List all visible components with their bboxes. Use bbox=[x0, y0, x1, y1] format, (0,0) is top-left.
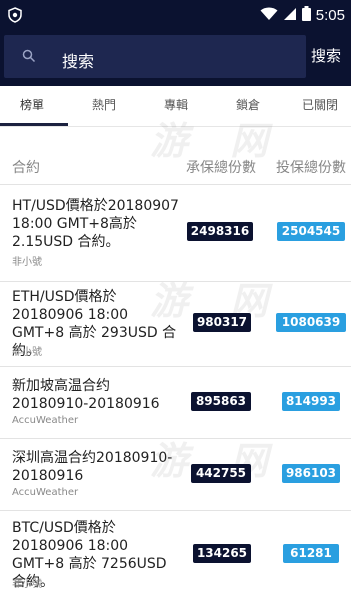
tab-albums[interactable]: 專輯 bbox=[164, 96, 188, 113]
column-bet: 投保總份數 bbox=[276, 160, 346, 176]
contract-source: 非小號 bbox=[12, 257, 42, 268]
tab-popular[interactable]: 熱門 bbox=[92, 96, 116, 113]
search-header: 搜索 搜索 bbox=[0, 30, 351, 86]
contract-row[interactable]: 新加坡高温合约 20180910-20180916 AccuWeather 89… bbox=[0, 366, 351, 438]
contract-source: 非小號 bbox=[12, 579, 42, 590]
wifi-icon bbox=[260, 6, 278, 25]
column-header: 合約 承保總份數 投保總份數 bbox=[0, 143, 351, 183]
bet-count-badge: 1080639 bbox=[276, 313, 346, 332]
status-time: 5:05 bbox=[315, 7, 345, 24]
bet-count-badge: 2504545 bbox=[277, 222, 345, 241]
column-contract: 合約 bbox=[12, 160, 40, 176]
underwrite-count-badge: 2498316 bbox=[187, 222, 253, 241]
bet-count-badge: 814993 bbox=[282, 392, 340, 411]
search-input[interactable]: 搜索 bbox=[62, 48, 94, 72]
column-underwrite: 承保總份數 bbox=[186, 160, 256, 176]
status-bar: 5:05 bbox=[0, 0, 351, 30]
shield-icon bbox=[8, 7, 22, 23]
search-bar[interactable]: 搜索 bbox=[4, 35, 306, 78]
tab-locked[interactable]: 鎖倉 bbox=[236, 96, 260, 113]
tab-closed[interactable]: 已關閉 bbox=[302, 96, 338, 113]
bet-count-badge: 61281 bbox=[283, 544, 339, 563]
contract-title: 深圳高温合约20180910- 20180916 bbox=[12, 450, 173, 484]
contract-row[interactable]: HT/USD價格於20180907 18:00 GMT+8高於 2.15USD … bbox=[0, 184, 351, 281]
underwrite-count-badge: 980317 bbox=[193, 313, 251, 332]
contract-row[interactable]: BTC/USD價格於 20180906 18:00 GMT+8 高於 7256U… bbox=[0, 510, 351, 590]
contract-source: AccuWeather bbox=[12, 415, 79, 426]
bet-count-badge: 986103 bbox=[282, 464, 340, 483]
tab-leaderboard[interactable]: 榜單 bbox=[20, 96, 44, 113]
active-tab-indicator bbox=[0, 123, 68, 126]
tab-bar: 榜單 熱門 專輯 鎖倉 已關閉 bbox=[0, 86, 351, 127]
contract-row[interactable]: 深圳高温合约20180910- 20180916 AccuWeather 442… bbox=[0, 438, 351, 510]
search-button[interactable]: 搜索 bbox=[311, 45, 341, 66]
underwrite-count-badge: 134265 bbox=[193, 544, 251, 563]
contract-source: AccuWeather bbox=[12, 487, 79, 498]
contract-row[interactable]: ETH/USD價格於 20180906 18:00 GMT+8 高於 293US… bbox=[0, 281, 351, 366]
signal-icon bbox=[283, 6, 297, 25]
contract-title: 新加坡高温合约 20180910-20180916 bbox=[12, 378, 160, 412]
search-icon bbox=[22, 48, 36, 63]
contract-title: HT/USD價格於20180907 18:00 GMT+8高於 2.15USD … bbox=[12, 198, 179, 250]
underwrite-count-badge: 895863 bbox=[191, 392, 251, 411]
underwrite-count-badge: 442755 bbox=[191, 464, 251, 483]
contract-source: 非小號 bbox=[12, 347, 42, 358]
battery-icon bbox=[301, 6, 311, 25]
